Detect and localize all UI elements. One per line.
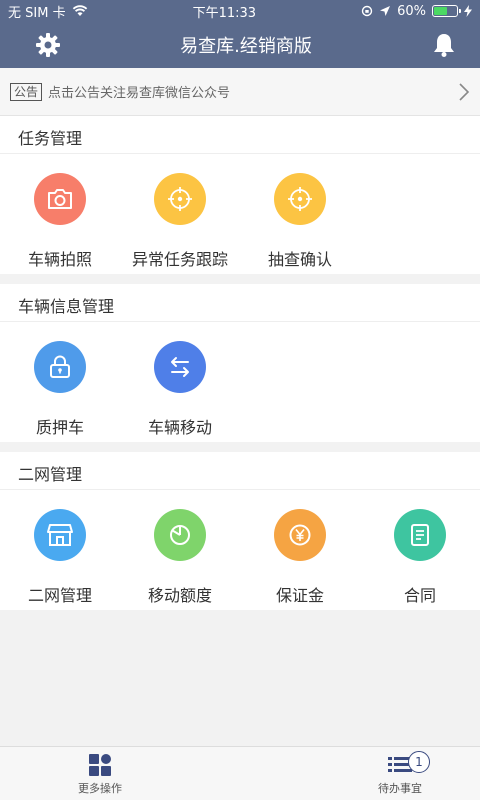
battery-percent: 60% — [397, 3, 426, 19]
bell-icon — [433, 34, 454, 57]
grid-item-vehicle-photo[interactable]: 车辆拍照 — [0, 154, 120, 274]
battery-icon — [431, 5, 461, 17]
charging-icon — [463, 5, 472, 17]
location-arrow-icon — [380, 6, 391, 16]
grid-item-label: 车辆拍照 — [27, 250, 92, 269]
nav-bar: 易查库.经销商版 — [0, 22, 480, 68]
section-grid: 二网管理 移动额度 保证金 合同 — [0, 490, 480, 610]
notice-text: 点击公告关注易查库微信公众号 — [48, 86, 231, 101]
grid-item-label: 移动额度 — [147, 586, 212, 605]
lock-icon — [34, 341, 86, 393]
status-left: 无 SIM 卡 — [8, 2, 88, 21]
orientation-lock-icon — [361, 5, 373, 17]
section-vehicle-info-management: 车辆信息管理 质押车 车辆移动 — [0, 284, 480, 442]
tab-label: 更多操作 — [78, 781, 122, 795]
grid-item-label: 抽查确认 — [267, 250, 332, 269]
grid-item-deposit[interactable]: 保证金 — [240, 490, 360, 610]
grid-item-abnormal-task-tracking[interactable]: 异常任务跟踪 — [120, 154, 240, 274]
transfer-arrows-icon — [154, 341, 206, 393]
target-icon — [274, 173, 326, 225]
document-icon — [394, 509, 446, 561]
grid-item-label: 合同 — [403, 586, 436, 605]
grid-item-secondary-network[interactable]: 二网管理 — [0, 490, 120, 610]
section-title: 二网管理 — [0, 452, 480, 490]
tab-bar: 更多操作 待办事宜 1 — [0, 746, 480, 800]
tab-todo[interactable]: 待办事宜 1 — [360, 747, 440, 800]
section-grid: 质押车 车辆移动 — [0, 322, 480, 442]
gear-icon — [36, 33, 60, 57]
grid-item-label: 异常任务跟踪 — [131, 250, 228, 269]
grid-item-label: 车辆移动 — [147, 418, 212, 437]
grid-item-label: 保证金 — [275, 586, 324, 605]
grid-item-vehicle-move[interactable]: 车辆移动 — [120, 322, 240, 442]
grid-item-contract[interactable]: 合同 — [360, 490, 480, 610]
section-title: 任务管理 — [0, 116, 480, 154]
tab-more-operations[interactable]: 更多操作 — [60, 747, 140, 800]
battery-fill — [433, 7, 448, 15]
section-title: 车辆信息管理 — [0, 284, 480, 322]
grid-item-label: 二网管理 — [27, 586, 92, 605]
section-task-management: 任务管理 车辆拍照 异常任务跟踪 抽查确认 — [0, 116, 480, 274]
status-right: 60% — [361, 4, 472, 19]
pie-chart-icon — [154, 509, 206, 561]
settings-button[interactable] — [34, 31, 62, 59]
notice-bar[interactable]: 公告 点击公告关注易查库微信公众号 — [0, 68, 480, 116]
todo-count-badge: 1 — [408, 751, 430, 773]
status-time: 下午11:33 — [192, 5, 257, 21]
tab-label: 待办事宜 — [378, 781, 422, 795]
section-secondary-network-management: 二网管理 二网管理 移动额度 保证金 合同 — [0, 452, 480, 610]
yen-coin-icon — [274, 509, 326, 561]
wifi-icon — [72, 5, 87, 16]
carrier-text: 无 SIM 卡 — [8, 5, 66, 21]
camera-icon — [34, 173, 86, 225]
grid-item-pledged-vehicle[interactable]: 质押车 — [0, 322, 120, 442]
grid-item-label: 质押车 — [35, 418, 84, 437]
chevron-right-icon — [459, 82, 470, 101]
page-title: 易查库.经销商版 — [180, 36, 312, 57]
store-icon — [34, 509, 86, 561]
status-bar: 无 SIM 卡 下午11:33 60% — [0, 0, 480, 22]
grid-item-mobile-quota[interactable]: 移动额度 — [120, 490, 240, 610]
grid-apps-icon — [89, 753, 111, 776]
notice-tag: 公告 — [10, 82, 43, 101]
section-grid: 车辆拍照 异常任务跟踪 抽查确认 — [0, 154, 480, 274]
notification-button[interactable] — [430, 31, 458, 59]
target-icon — [154, 173, 206, 225]
grid-item-spot-check-confirm[interactable]: 抽查确认 — [240, 154, 360, 274]
